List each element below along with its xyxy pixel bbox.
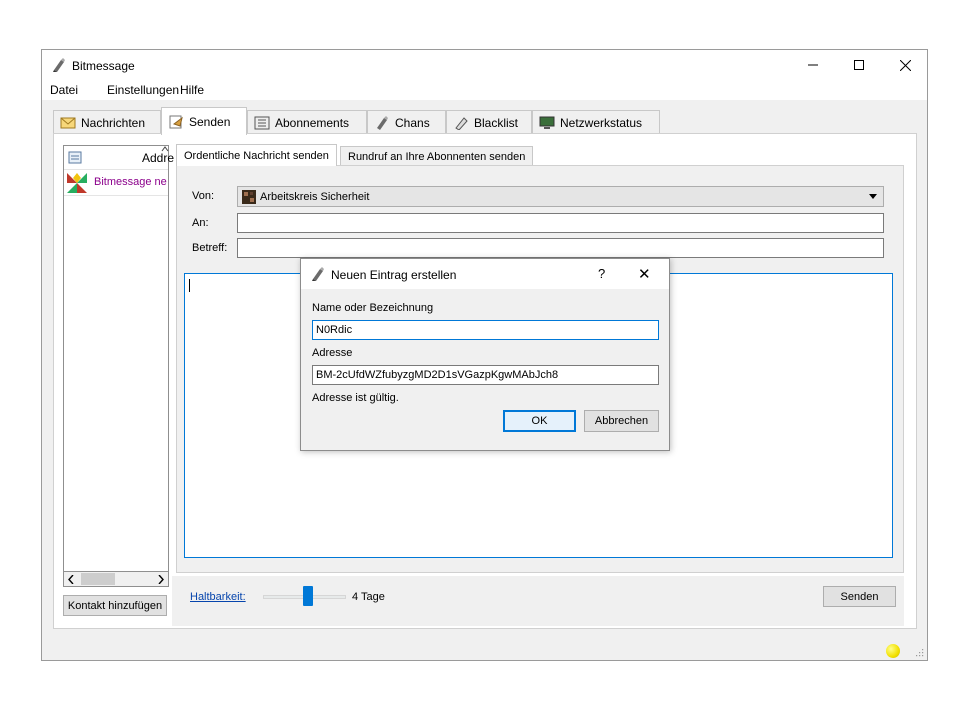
- subject-label: Betreff:: [192, 242, 228, 254]
- address-book-header-label: Addre: [141, 151, 174, 165]
- identity-avatar-icon: [242, 189, 256, 204]
- to-field[interactable]: [237, 213, 884, 233]
- address-book-header: Addre: [64, 146, 174, 170]
- new-entry-dialog: Neuen Eintrag erstellen ? ✕ Name oder Be…: [300, 258, 670, 451]
- tab-abonnements[interactable]: Abonnements: [247, 110, 367, 134]
- maximize-icon: [854, 60, 864, 70]
- name-field[interactable]: N0Rdic: [312, 320, 659, 340]
- tab-chans[interactable]: Chans: [367, 110, 446, 134]
- chevron-down-icon: [869, 194, 877, 199]
- maximize-button[interactable]: [836, 50, 882, 80]
- bitmessage-logo-icon: [312, 267, 324, 281]
- address-book-scrollbar[interactable]: [63, 571, 169, 587]
- scroll-right-icon[interactable]: [157, 575, 165, 584]
- address-entry-label: Bitmessage ne: [94, 176, 167, 188]
- network-status-icon: [539, 116, 555, 129]
- title-bar: Bitmessage: [42, 50, 927, 80]
- subject-field[interactable]: [237, 238, 884, 258]
- minimize-icon: [808, 64, 818, 66]
- scroll-up-icon[interactable]: [161, 145, 169, 153]
- blacklist-icon: [455, 116, 468, 130]
- address-field[interactable]: BM-2cUfdWZfubyzgMD2D1sVGazpKgwMAbJch8: [312, 365, 659, 385]
- menu-bar: Datei Einstellungen Hilfe: [42, 80, 927, 100]
- tab-nachrichten[interactable]: Nachrichten: [53, 110, 161, 134]
- menu-einstellungen[interactable]: Einstellungen: [107, 83, 179, 97]
- scroll-left-icon[interactable]: [67, 575, 75, 584]
- ttl-link[interactable]: Haltbarkeit:: [190, 591, 246, 603]
- address-book-list[interactable]: Addre Bitmessage ne: [63, 145, 174, 585]
- from-select-value: Arbeitskreis Sicherheit: [260, 190, 370, 203]
- menu-datei[interactable]: Datei: [50, 83, 78, 97]
- minimize-button[interactable]: [790, 50, 836, 80]
- inbox-icon: [60, 117, 76, 128]
- help-button[interactable]: ?: [598, 266, 605, 281]
- ttl-slider-thumb[interactable]: [303, 586, 313, 606]
- ttl-value: 4 Tage: [352, 591, 385, 603]
- ok-button[interactable]: OK: [503, 410, 576, 432]
- address-status-text: Adresse ist gültig.: [312, 392, 399, 404]
- cancel-button[interactable]: Abbrechen: [584, 410, 659, 432]
- resize-grip-icon[interactable]: [914, 647, 924, 657]
- dialog-close-button[interactable]: ✕: [638, 265, 651, 283]
- dialog-title-bar: Neuen Eintrag erstellen ? ✕: [301, 259, 669, 289]
- from-label: Von:: [192, 190, 215, 202]
- chans-icon: [377, 115, 388, 130]
- send-icon: [169, 115, 183, 128]
- address-book-icon: [68, 151, 82, 164]
- tab-label: Netzwerkstatus: [560, 115, 643, 130]
- dialog-title: Neuen Eintrag erstellen: [331, 268, 457, 282]
- tab-label: Blacklist: [474, 115, 519, 130]
- add-contact-button[interactable]: Kontakt hinzufügen: [63, 595, 167, 616]
- network-status-indicator[interactable]: [886, 644, 900, 658]
- tab-rundruf[interactable]: Rundruf an Ihre Abonnenten senden: [340, 146, 534, 166]
- bitmessage-logo-icon: [53, 58, 65, 72]
- close-button[interactable]: [882, 50, 928, 80]
- tab-label: Senden: [189, 114, 231, 129]
- tab-label: Nachrichten: [81, 115, 146, 130]
- text-caret: [189, 279, 190, 292]
- identicon-icon: [67, 173, 87, 193]
- send-bottom-bar: [172, 576, 904, 626]
- scroll-thumb[interactable]: [81, 573, 115, 585]
- to-label: An:: [192, 217, 209, 229]
- tab-ordentliche-nachricht[interactable]: Ordentliche Nachricht senden: [176, 144, 337, 166]
- subscriptions-icon: [254, 116, 270, 129]
- tab-netzwerkstatus[interactable]: Netzwerkstatus: [532, 110, 660, 134]
- tab-label: Abonnements: [275, 115, 350, 130]
- close-icon: [899, 59, 911, 71]
- tab-label: Chans: [395, 115, 430, 130]
- name-label: Name oder Bezeichnung: [312, 302, 434, 314]
- from-select[interactable]: Arbeitskreis Sicherheit: [237, 186, 884, 207]
- window-title: Bitmessage: [72, 59, 135, 73]
- menu-hilfe[interactable]: Hilfe: [180, 83, 204, 97]
- tab-senden[interactable]: Senden: [161, 107, 247, 135]
- send-button[interactable]: Senden: [823, 586, 896, 607]
- list-item[interactable]: Bitmessage ne: [64, 170, 168, 196]
- address-label: Adresse: [312, 347, 353, 359]
- tab-blacklist[interactable]: Blacklist: [446, 110, 532, 134]
